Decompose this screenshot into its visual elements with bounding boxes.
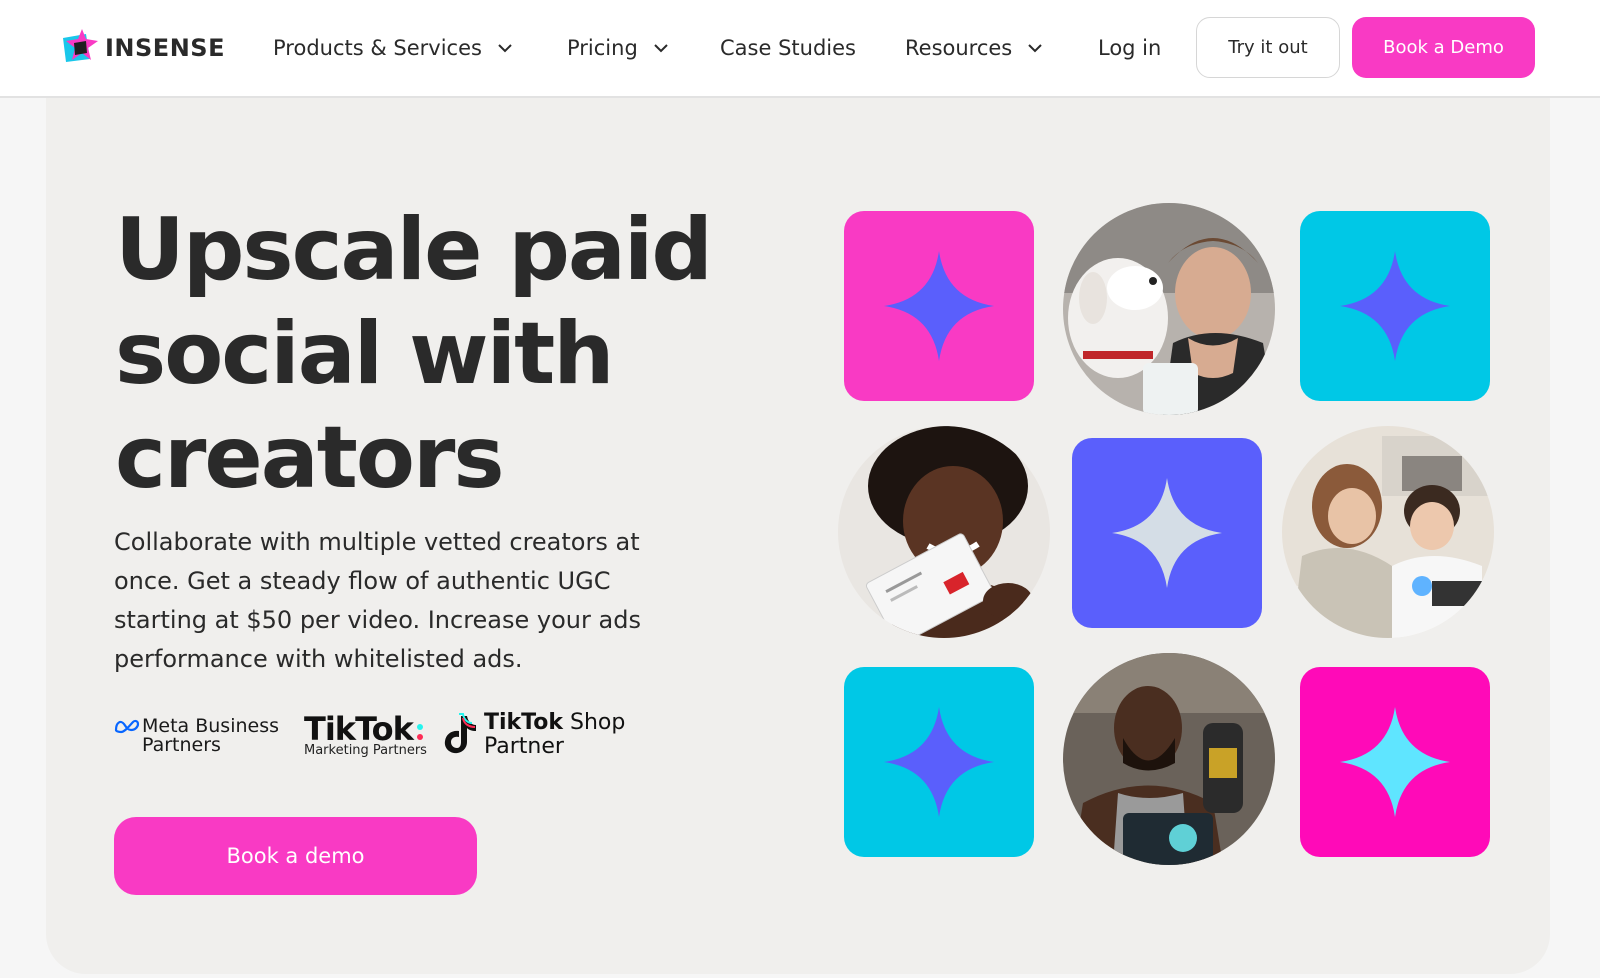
- creator-photo-kids: [1282, 426, 1494, 638]
- nav-pricing-label: Pricing: [567, 36, 638, 60]
- purple-star-tile: [1072, 438, 1262, 628]
- meta-business-partners-badge: Meta Business Partners: [114, 715, 284, 756]
- tiktok-marketing-partners-badge: TikTok Marketing Partners: [304, 710, 427, 760]
- brand-name: INSENSE: [105, 34, 225, 62]
- chevron-down-icon: [498, 44, 512, 53]
- nav-resources-label: Resources: [905, 36, 1013, 60]
- try-it-out-button[interactable]: Try it out: [1196, 17, 1340, 78]
- hero-headline: Upscale paid social with creators: [115, 200, 713, 508]
- login-link[interactable]: Log in: [1098, 36, 1161, 60]
- sparkle-star-icon: [1340, 707, 1450, 817]
- tiktok-note-icon: [444, 713, 476, 754]
- book-demo-header-button[interactable]: Book a Demo: [1352, 17, 1535, 78]
- magenta-star-tile: [1300, 667, 1490, 857]
- meta-badge-line2: Partners: [142, 734, 221, 756]
- shop-badge-brand: TikTok: [484, 710, 564, 735]
- brand-logo[interactable]: INSENSE: [60, 28, 225, 68]
- nav-products-label: Products & Services: [273, 36, 482, 60]
- shop-badge-word: Shop: [570, 710, 626, 735]
- nav-pricing[interactable]: Pricing: [567, 36, 670, 60]
- tiktok-shop-partner-badge: TikTok Shop Partner: [442, 710, 625, 760]
- cyan-star-tile-2: [844, 667, 1034, 857]
- tiktok-badge-sub: Marketing Partners: [304, 743, 427, 758]
- nav-resources[interactable]: Resources: [905, 36, 1044, 60]
- nav-products-services[interactable]: Products & Services: [273, 36, 514, 60]
- site-header: INSENSE Products & Services Pricing Case…: [0, 0, 1600, 98]
- creator-photo-woman-dog: [1063, 203, 1275, 415]
- book-demo-hero-button[interactable]: Book a demo: [114, 817, 477, 895]
- insense-logo-icon: [60, 28, 100, 68]
- tiktok-colon-icon: [417, 724, 423, 740]
- hero-subtext: Collaborate with multiple vetted creator…: [114, 528, 641, 673]
- meta-logo-icon: [114, 719, 140, 734]
- sparkle-star-icon: [1112, 478, 1222, 588]
- creator-photo-woman-box: [838, 426, 1050, 638]
- chevron-down-icon: [1028, 44, 1042, 53]
- pink-star-tile: [844, 211, 1034, 401]
- sparkle-star-icon: [1340, 251, 1450, 361]
- shop-badge-line2: Partner: [484, 734, 564, 759]
- cyan-star-tile: [1300, 211, 1490, 401]
- sparkle-star-icon: [884, 707, 994, 817]
- chevron-down-icon: [654, 44, 668, 53]
- nav-case-studies-label: Case Studies: [720, 36, 856, 60]
- nav-case-studies[interactable]: Case Studies: [720, 36, 856, 60]
- shop-badge-line1: TikTok Shop: [484, 710, 625, 735]
- sparkle-star-icon: [884, 251, 994, 361]
- creator-photo-man-products: [1063, 653, 1275, 865]
